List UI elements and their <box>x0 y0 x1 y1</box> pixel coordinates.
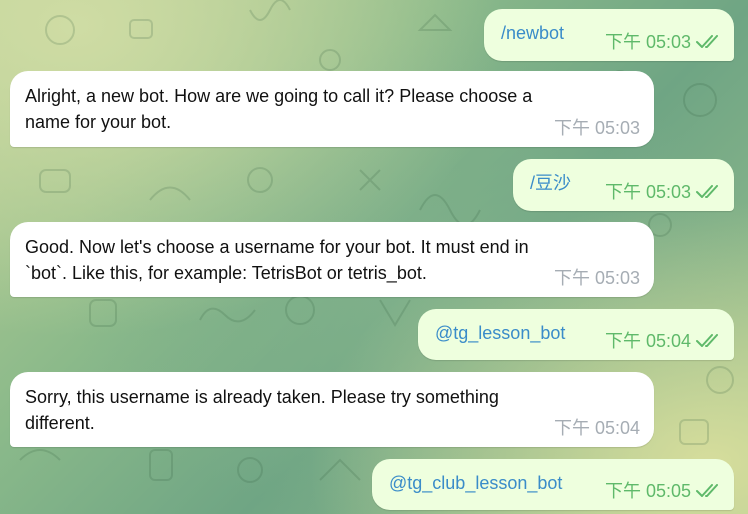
message-bubble-outgoing[interactable]: /newbot 下午 05:03 <box>484 9 734 61</box>
message-bubble-incoming[interactable]: Sorry, this username is already taken. P… <box>10 372 654 447</box>
message-bubble-incoming[interactable]: Good. Now let's choose a username for yo… <box>10 222 654 297</box>
message-time: 下午 05:03 <box>553 118 640 138</box>
double-check-icon <box>696 35 722 49</box>
message-list[interactable]: /newbot 下午 05:03 Alright, a new bot. How… <box>0 0 748 514</box>
message-text: Good. Now let's choose a username for yo… <box>25 237 529 283</box>
message-meta: 下午 05:03 <box>605 29 722 55</box>
message-meta: 下午 05:03 <box>554 265 640 291</box>
message-time: 下午 05:04 <box>604 331 691 351</box>
message-bubble-incoming[interactable]: Alright, a new bot. How are we going to … <box>10 71 654 147</box>
message-meta: 下午 05:05 <box>605 478 722 504</box>
message-meta: 下午 05:03 <box>605 179 722 205</box>
message-meta: 下午 05:04 <box>605 328 722 354</box>
message-bubble-outgoing[interactable]: /豆沙 下午 05:03 <box>513 159 734 211</box>
double-check-icon <box>696 334 722 348</box>
double-check-icon <box>696 484 722 498</box>
message-time: 下午 05:05 <box>604 481 691 501</box>
message-bubble-outgoing[interactable]: @tg_club_lesson_bot 下午 05:05 <box>372 459 734 510</box>
message-time: 下午 05:04 <box>553 418 640 438</box>
message-time: 下午 05:03 <box>604 32 691 52</box>
message-time: 下午 05:03 <box>604 182 691 202</box>
message-meta: 下午 05:03 <box>554 115 640 141</box>
double-check-icon <box>696 185 722 199</box>
message-time: 下午 05:03 <box>553 268 640 288</box>
message-text: Sorry, this username is already taken. P… <box>25 387 499 433</box>
message-bubble-outgoing[interactable]: @tg_lesson_bot 下午 05:04 <box>418 309 734 360</box>
message-text: Alright, a new bot. How are we going to … <box>25 86 533 132</box>
message-meta: 下午 05:04 <box>554 415 640 441</box>
